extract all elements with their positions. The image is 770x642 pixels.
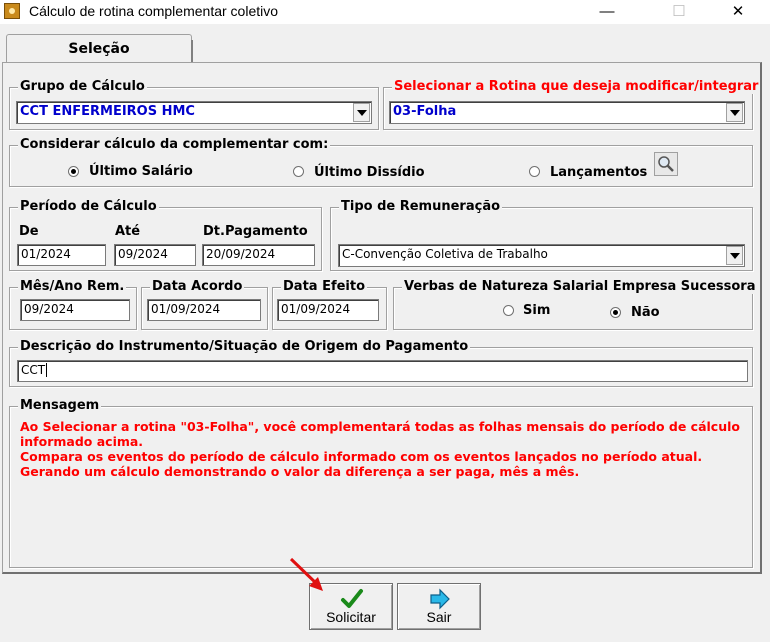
considerar-legend: Considerar cálculo da complementar com: [18, 137, 331, 152]
verbas-group: Verbas de Natureza Salarial Empresa Suce… [393, 279, 758, 330]
chevron-down-icon[interactable] [353, 103, 370, 122]
ate-label: Até [115, 224, 141, 239]
mesano-legend: Mês/Ano Rem. [18, 279, 127, 294]
radio-lancamentos[interactable] [529, 166, 540, 177]
app-icon [4, 3, 20, 19]
descricao-legend: Descrição do Instrumento/Situação de Ori… [18, 339, 471, 354]
sair-button[interactable]: Sair [397, 583, 481, 630]
remuneracao-value: C-Convenção Coletiva de Trabalho [342, 247, 548, 261]
ate-input[interactable]: 09/2024 [114, 244, 196, 266]
periodo-legend: Período de Cálculo [18, 199, 159, 214]
label-sim[interactable]: Sim [523, 303, 550, 318]
descricao-value: CCT [21, 363, 46, 377]
label-ultimo-dissidio[interactable]: Último Dissídio [314, 165, 425, 180]
magnifier-icon [658, 156, 674, 172]
checkmark-icon [341, 589, 363, 608]
descricao-input[interactable]: CCT [17, 360, 748, 382]
label-nao[interactable]: Não [631, 305, 660, 320]
solicitar-label: Solicitar [326, 609, 376, 625]
tab-selecao[interactable]: Seleção [6, 34, 192, 63]
rotina-value: 03-Folha [393, 104, 457, 119]
grupo-calculo-select[interactable]: CCT ENFERMEIROS HMC [16, 101, 372, 124]
chevron-down-icon[interactable] [726, 246, 743, 265]
label-lancamentos[interactable]: Lançamentos [550, 165, 647, 180]
efeito-legend: Data Efeito [281, 279, 368, 294]
grupo-calculo-legend: Grupo de Cálculo [18, 79, 147, 94]
text-cursor [46, 363, 48, 377]
grupo-calculo-value: CCT ENFERMEIROS HMC [20, 104, 195, 119]
mensagem-legend: Mensagem [18, 398, 102, 413]
dtpag-label: Dt.Pagamento [203, 224, 308, 239]
chevron-down-icon[interactable] [726, 103, 743, 122]
acordo-input[interactable]: 01/09/2024 [147, 299, 261, 321]
title-bar: Cálculo de rotina complementar coletivo … [0, 0, 770, 24]
de-input[interactable]: 01/2024 [17, 244, 106, 266]
minimize-button[interactable]: — [584, 0, 630, 24]
window-title: Cálculo de rotina complementar coletivo [29, 3, 279, 19]
verbas-legend: Verbas de Natureza Salarial Empresa Suce… [402, 279, 758, 294]
remuneracao-legend: Tipo de Remuneração [339, 199, 503, 214]
tab-edge [191, 40, 193, 62]
rotina-legend: Selecionar a Rotina que deseja modificar… [392, 79, 761, 94]
mensagem-text: Ao Selecionar a rotina "03-Folha", você … [20, 419, 740, 479]
rotina-select[interactable]: 03-Folha [389, 101, 745, 124]
efeito-input[interactable]: 01/09/2024 [277, 299, 379, 321]
mesano-input[interactable]: 09/2024 [20, 299, 130, 321]
de-label: De [19, 224, 39, 239]
label-ultimo-salario[interactable]: Último Salário [89, 164, 193, 179]
arrow-right-icon [430, 588, 450, 610]
radio-ultimo-salario[interactable] [68, 166, 79, 177]
annotation-arrow-icon [289, 557, 323, 591]
maximize-button: ☐ [672, 3, 686, 20]
mensagem-group: Mensagem Ao Selecionar a rotina "03-Folh… [9, 398, 753, 568]
radio-ultimo-dissidio[interactable] [293, 166, 304, 177]
search-button[interactable] [654, 152, 678, 176]
sair-label: Sair [426, 609, 452, 625]
remuneracao-select[interactable]: C-Convenção Coletiva de Trabalho [338, 244, 745, 267]
radio-sim[interactable] [503, 305, 514, 316]
dtpag-input[interactable]: 20/09/2024 [202, 244, 315, 266]
acordo-legend: Data Acordo [150, 279, 245, 294]
close-button[interactable]: ✕ [715, 0, 761, 24]
radio-nao[interactable] [610, 307, 621, 318]
